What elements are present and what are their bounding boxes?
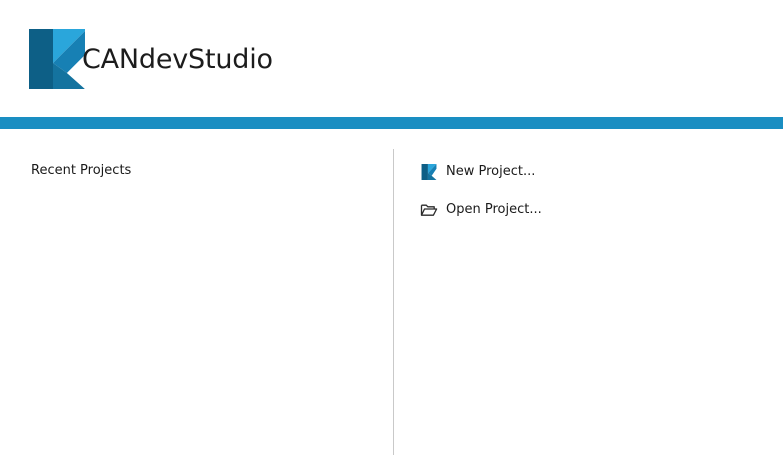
actions-panel: New Project... Open Project... [394,129,783,472]
brand-name: CANdevStudio [82,44,273,75]
candevstudio-logo-icon [29,29,85,89]
accent-bar [0,117,783,129]
start-page: CANdevStudio Recent Projects New Project… [0,0,783,472]
open-project-button[interactable]: Open Project... [420,199,542,221]
folder-open-icon [420,201,438,219]
recent-projects-panel: Recent Projects [0,129,393,472]
new-project-label: New Project... [446,164,536,179]
new-project-button[interactable]: New Project... [420,161,535,183]
candevstudio-logo-icon [420,163,438,181]
header: CANdevStudio [0,0,783,117]
open-project-label: Open Project... [446,202,542,217]
recent-projects-title: Recent Projects [31,163,132,178]
